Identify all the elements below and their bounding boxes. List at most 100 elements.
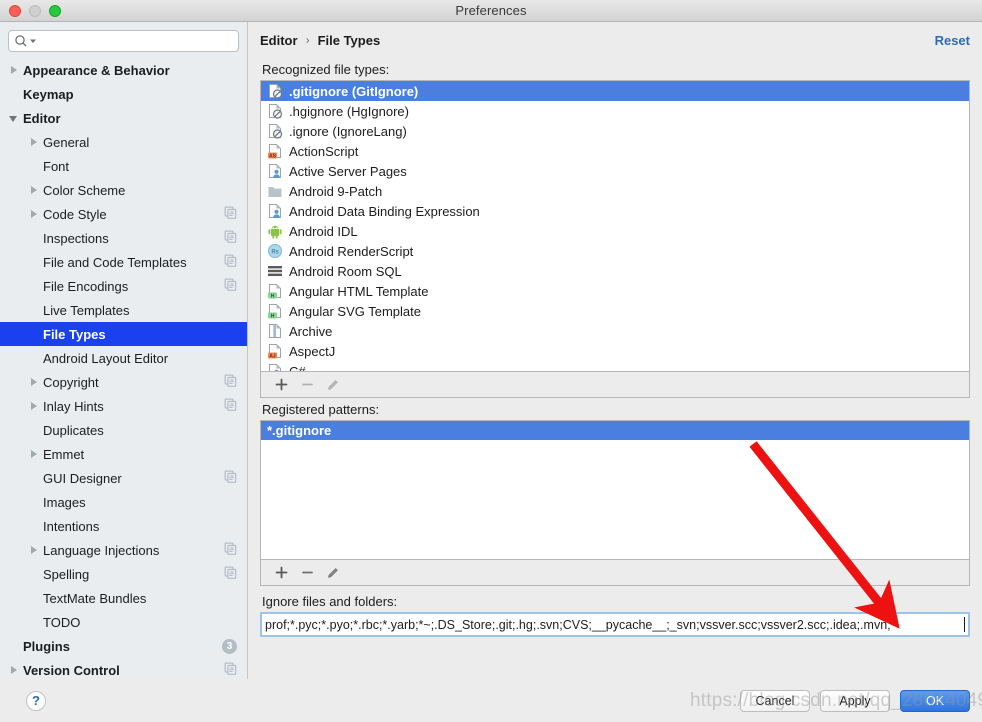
- sidebar-item-spelling[interactable]: Spelling: [0, 562, 247, 586]
- sidebar-item-inspections[interactable]: Inspections: [0, 226, 247, 250]
- copy-settings-icon[interactable]: [224, 398, 237, 414]
- file-type-row[interactable]: Archive: [261, 321, 969, 341]
- sidebar-item-label: Spelling: [43, 566, 90, 582]
- sidebar-item-keymap[interactable]: Keymap: [0, 82, 247, 106]
- copy-settings-icon[interactable]: [224, 230, 237, 246]
- sidebar-item-plugins[interactable]: Plugins 3: [0, 634, 247, 658]
- sidebar-item-label: General: [43, 134, 90, 150]
- sidebar-item-code-style[interactable]: Code Style: [0, 202, 247, 226]
- sidebar-item-language-injections[interactable]: Language Injections: [0, 538, 247, 562]
- file-type-row[interactable]: Rs Android RenderScript: [261, 241, 969, 261]
- minimize-window-button[interactable]: [29, 4, 41, 17]
- file-type-row[interactable]: H Angular SVG Template: [261, 301, 969, 321]
- breadcrumb-item-editor[interactable]: Editor: [260, 33, 298, 48]
- chevron-right-icon[interactable]: [28, 400, 40, 412]
- sidebar-item-copyright[interactable]: Copyright: [0, 370, 247, 394]
- file-type-row[interactable]: .gitignore (GitIgnore): [261, 81, 969, 101]
- sidebar-item-label: Copyright: [43, 374, 99, 390]
- copy-settings-icon[interactable]: [224, 566, 237, 582]
- file-type-row[interactable]: AS ActionScript: [261, 141, 969, 161]
- sidebar-item-label: File Encodings: [43, 278, 129, 294]
- sidebar-item-font[interactable]: Font: [0, 154, 247, 178]
- sidebar-item-gui-designer[interactable]: GUI Designer: [0, 466, 247, 490]
- aspectj-icon: AJ: [267, 343, 283, 359]
- cancel-button[interactable]: Cancel: [740, 689, 810, 712]
- sidebar-item-file-types[interactable]: File Types: [0, 322, 247, 346]
- file-type-row[interactable]: Android 9-Patch: [261, 181, 969, 201]
- copy-settings-icon[interactable]: [224, 542, 237, 558]
- svg-text:AS: AS: [269, 153, 277, 159]
- file-type-name: Android IDL: [289, 223, 358, 239]
- sidebar-item-android-layout-editor[interactable]: Android Layout Editor: [0, 346, 247, 370]
- add-file-type-button[interactable]: [269, 374, 293, 396]
- search-box[interactable]: [8, 30, 239, 52]
- zoom-window-button[interactable]: [49, 4, 61, 17]
- copy-settings-icon[interactable]: [224, 662, 237, 678]
- remove-file-type-button[interactable]: [295, 374, 319, 396]
- chevron-right-icon[interactable]: [28, 136, 40, 148]
- sidebar-item-file-and-code-templates[interactable]: File and Code Templates: [0, 250, 247, 274]
- chevron-right-icon[interactable]: [28, 208, 40, 220]
- pattern-row[interactable]: *.gitignore: [261, 421, 969, 440]
- search-input[interactable]: [39, 34, 233, 48]
- file-type-row[interactable]: .hgignore (HgIgnore): [261, 101, 969, 121]
- sidebar-item-editor[interactable]: Editor: [0, 106, 247, 130]
- sidebar-item-inlay-hints[interactable]: Inlay Hints: [0, 394, 247, 418]
- sidebar-item-label: Duplicates: [43, 422, 104, 438]
- renderscript-icon: Rs: [267, 243, 283, 259]
- sidebar-item-version-control[interactable]: Version Control: [0, 658, 247, 679]
- apply-button[interactable]: Apply: [820, 689, 890, 712]
- copy-settings-icon[interactable]: [224, 374, 237, 390]
- file-type-row[interactable]: AJ AspectJ: [261, 341, 969, 361]
- help-button[interactable]: ?: [26, 690, 46, 711]
- remove-pattern-button[interactable]: [295, 562, 319, 584]
- add-pattern-button[interactable]: [269, 562, 293, 584]
- file-type-row[interactable]: Android IDL: [261, 221, 969, 241]
- sidebar-item-emmet[interactable]: Emmet: [0, 442, 247, 466]
- edit-file-type-button[interactable]: [321, 374, 345, 396]
- chevron-right-icon[interactable]: [28, 544, 40, 556]
- ignore-files-input[interactable]: prof;*.pyc;*.pyo;*.rbc;*.yarb;*~;.DS_Sto…: [260, 612, 970, 637]
- file-type-row[interactable]: Android Room SQL: [261, 261, 969, 281]
- chevron-right-icon[interactable]: [28, 448, 40, 460]
- csharp-file-icon: [267, 363, 283, 371]
- reset-link[interactable]: Reset: [935, 33, 970, 48]
- chevron-right-icon[interactable]: [8, 64, 20, 76]
- file-type-row[interactable]: Android Data Binding Expression: [261, 201, 969, 221]
- copy-settings-icon[interactable]: [224, 206, 237, 222]
- edit-pattern-button[interactable]: [321, 562, 345, 584]
- sidebar-item-appearance-behavior[interactable]: Appearance & Behavior: [0, 58, 247, 82]
- file-type-row[interactable]: C#: [261, 361, 969, 371]
- copy-settings-icon[interactable]: [224, 470, 237, 486]
- chevron-right-icon[interactable]: [8, 664, 20, 676]
- sidebar-item-color-scheme[interactable]: Color Scheme: [0, 178, 247, 202]
- file-type-row[interactable]: .ignore (IgnoreLang): [261, 121, 969, 141]
- close-window-button[interactable]: [9, 4, 21, 17]
- copy-settings-icon[interactable]: [224, 254, 237, 270]
- file-type-row[interactable]: Active Server Pages: [261, 161, 969, 181]
- file-type-row[interactable]: H Angular HTML Template: [261, 281, 969, 301]
- sidebar-item-todo[interactable]: TODO: [0, 610, 247, 634]
- sidebar-item-duplicates[interactable]: Duplicates: [0, 418, 247, 442]
- settings-content-pane: Editor › File Types Reset Recognized fil…: [248, 22, 982, 679]
- search-dropdown-icon[interactable]: [30, 38, 37, 45]
- chevron-right-icon[interactable]: [28, 184, 40, 196]
- sidebar-item-intentions[interactable]: Intentions: [0, 514, 247, 538]
- recognized-file-types-list[interactable]: .gitignore (GitIgnore) .hgignore (HgIgnor…: [260, 80, 970, 372]
- chevron-right-icon[interactable]: [28, 376, 40, 388]
- sidebar-item-file-encodings[interactable]: File Encodings: [0, 274, 247, 298]
- ok-button[interactable]: OK: [900, 689, 970, 712]
- registered-patterns-list[interactable]: *.gitignore: [260, 420, 970, 560]
- archive-zip-icon: [267, 323, 283, 339]
- registered-patterns-label: Registered patterns:: [262, 402, 380, 417]
- copy-settings-icon[interactable]: [224, 278, 237, 294]
- sidebar-item-label: Keymap: [23, 86, 74, 102]
- sidebar-item-label: TODO: [43, 614, 81, 630]
- sidebar-item-live-templates[interactable]: Live Templates: [0, 298, 247, 322]
- chevron-down-icon[interactable]: [8, 112, 20, 124]
- sidebar-item-textmate-bundles[interactable]: TextMate Bundles: [0, 586, 247, 610]
- window-title: Preferences: [455, 3, 527, 18]
- file-type-name: Archive: [289, 323, 333, 339]
- sidebar-item-general[interactable]: General: [0, 130, 247, 154]
- sidebar-item-images[interactable]: Images: [0, 490, 247, 514]
